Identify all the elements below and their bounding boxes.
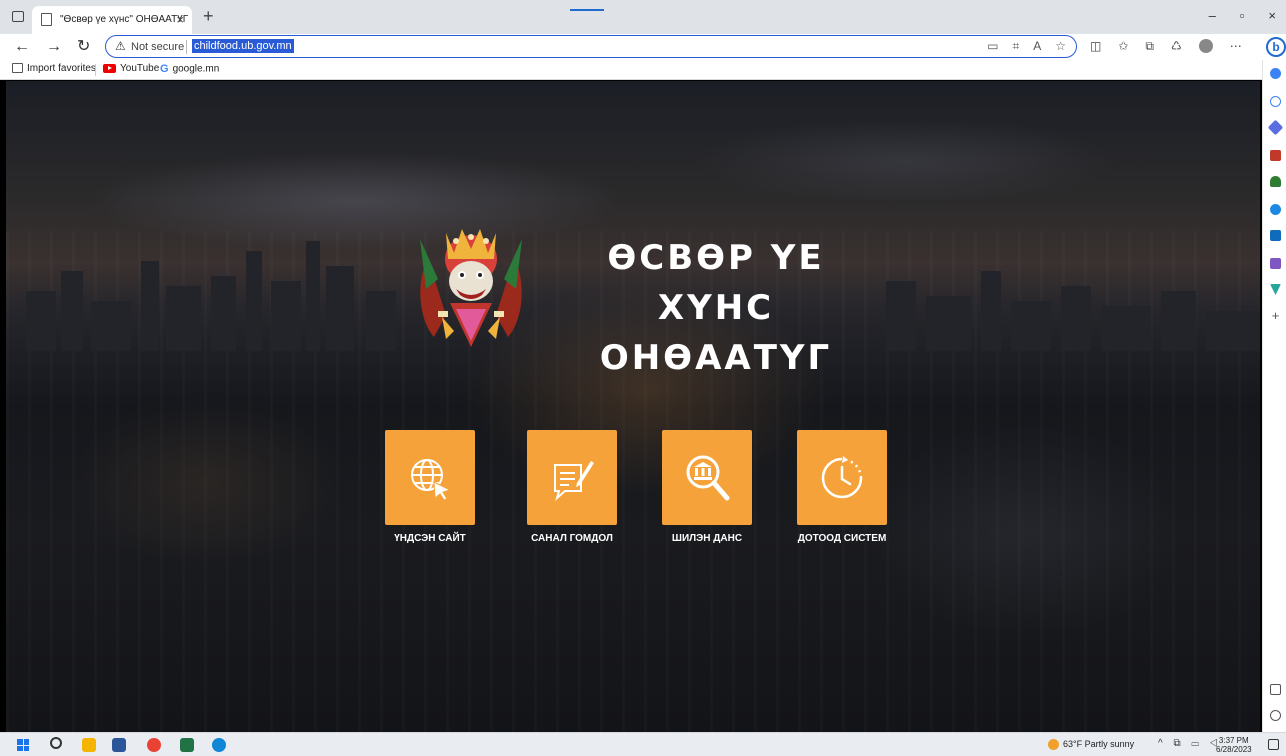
- page-icon: [41, 13, 52, 26]
- window-menu-icon[interactable]: [12, 11, 24, 22]
- settings-gear-icon[interactable]: [1270, 710, 1281, 721]
- windows-start-icon[interactable]: [17, 739, 29, 751]
- designer-icon[interactable]: [1270, 258, 1281, 269]
- tile-internal-system[interactable]: ДОТООД СИСТЕМ: [796, 430, 888, 550]
- weather-widget[interactable]: 63°F Partly sunny: [1048, 739, 1134, 751]
- favorite-youtube[interactable]: YouTube: [103, 63, 159, 74]
- favorites-divider: [95, 64, 96, 76]
- tile-feedback-label[interactable]: САНАЛ ГОМДОЛ: [506, 533, 638, 544]
- microsoft-365-icon[interactable]: [1270, 204, 1281, 215]
- split-screen-icon[interactable]: ◫: [1090, 39, 1101, 54]
- back-icon[interactable]: ←: [14, 37, 30, 57]
- shopping-tag-icon[interactable]: [1267, 119, 1284, 136]
- globe-cursor-icon: [411, 458, 452, 501]
- refresh-icon[interactable]: ↻: [77, 37, 90, 57]
- clock-time: 3:37 PM: [1218, 736, 1249, 745]
- taskbar-search-icon[interactable]: [50, 737, 62, 749]
- sidebar-layout-icon[interactable]: [1270, 684, 1281, 695]
- forward-icon[interactable]: →: [46, 37, 62, 57]
- address-bar-actions: ▭ ⌗ A ☆: [987, 39, 1066, 54]
- feedback-form-icon: [554, 460, 594, 501]
- word-icon[interactable]: [112, 738, 126, 752]
- favorite-google[interactable]: Ggoogle.mn: [160, 63, 219, 75]
- favorite-star-icon[interactable]: ☆: [1055, 39, 1066, 54]
- profile-avatar[interactable]: [1198, 39, 1213, 53]
- tile-main-site[interactable]: ҮНДСЭН САЙТ: [384, 430, 476, 550]
- weather-sun-icon: [1048, 739, 1059, 751]
- window-controls: – ▫ ×: [1209, 8, 1276, 23]
- url-text[interactable]: childfood.ub.gov.mn: [192, 39, 294, 53]
- divider: [186, 40, 187, 54]
- tile-main-site-label[interactable]: ҮНДСЭН САЙТ: [364, 533, 496, 544]
- clock-icon: [821, 455, 863, 498]
- tools-icon[interactable]: [1270, 150, 1281, 161]
- favorites-bar: Import favorites YouTube Ggoogle.mn: [0, 60, 1286, 80]
- edge-icon[interactable]: [212, 738, 226, 752]
- taskbar-clock[interactable]: 3:37 PM 6/28/2023: [1216, 736, 1252, 754]
- bank-search-icon: [686, 455, 730, 500]
- new-tab-button[interactable]: +: [203, 6, 214, 27]
- read-aloud-icon[interactable]: A: [1033, 39, 1041, 54]
- tab-close-icon[interactable]: ×: [176, 12, 184, 27]
- tile-feedback[interactable]: САНАЛ ГОМДОЛ: [526, 430, 618, 550]
- drop-icon[interactable]: [1270, 284, 1281, 295]
- reader-view-icon[interactable]: ▭: [987, 39, 998, 54]
- collections-icon[interactable]: ⧉: [1145, 39, 1154, 54]
- tile-feedback-button[interactable]: [527, 430, 617, 525]
- system-tray-icons[interactable]: ^ ⧉ ▭ ◁: [1158, 738, 1222, 749]
- games-icon[interactable]: [1270, 176, 1281, 187]
- close-button[interactable]: ×: [1268, 8, 1276, 23]
- site-title: ӨСВӨР ҮЕ ХҮНС ОНӨААТҮГ: [546, 233, 886, 383]
- favorite-import[interactable]: Import favorites: [12, 63, 96, 74]
- search-icon[interactable]: [1270, 96, 1281, 107]
- outlook-icon[interactable]: [1270, 230, 1281, 241]
- excel-icon[interactable]: [180, 738, 194, 752]
- google-icon: G: [160, 63, 169, 75]
- page-viewport: ӨСВӨР ҮЕ ХҮНС ОНӨААТҮГ ҮНДСЭН САЙТ САНАЛ…: [6, 81, 1260, 732]
- clock-date: 6/28/2023: [1216, 745, 1252, 754]
- edge-sidebar: +: [1262, 60, 1286, 732]
- warning-icon[interactable]: ⚠: [115, 39, 126, 53]
- youtube-icon: [103, 63, 116, 73]
- extensions-icon[interactable]: ♺: [1171, 39, 1182, 54]
- site-title-line-2: ОНӨААТҮГ: [599, 338, 833, 378]
- toolbar-actions: ◫ ✩ ⧉ ♺ ⋯: [1090, 39, 1242, 54]
- notification-bell-icon[interactable]: [1270, 68, 1281, 79]
- taskbar: 63°F Partly sunny ^ ⧉ ▭ ◁ 3:37 PM 6/28/2…: [0, 732, 1286, 756]
- maximize-button[interactable]: ▫: [1240, 8, 1245, 23]
- tile-internal-system-label[interactable]: ДОТООД СИСТЕМ: [776, 533, 908, 544]
- address-bar[interactable]: ⚠ Not secure childfood.ub.gov.mn ▭ ⌗ A ☆: [105, 35, 1077, 58]
- tab-strip: "Өсвөр үе хүнс" ОНӨААТҮГ × + – ▫ ×: [0, 0, 1286, 34]
- favorites-icon[interactable]: ✩: [1118, 39, 1128, 54]
- browser-toolbar: ← → ↻ ⚠ Not secure childfood.ub.gov.mn ▭…: [0, 34, 1286, 60]
- tile-open-account-button[interactable]: [662, 430, 752, 525]
- chrome-icon[interactable]: [147, 738, 161, 752]
- tab-title: "Өсвөр үе хүнс" ОНӨААТҮГ: [60, 14, 189, 25]
- minimize-button[interactable]: –: [1209, 8, 1216, 23]
- tile-open-account-label[interactable]: ШИЛЭН ДАНС: [641, 533, 773, 544]
- not-secure-label[interactable]: Not secure: [131, 41, 184, 53]
- folder-icon: [12, 63, 23, 74]
- file-explorer-icon[interactable]: [82, 738, 96, 752]
- more-menu-icon[interactable]: ⋯: [1230, 39, 1242, 54]
- tile-open-account[interactable]: ШИЛЭН ДАНС: [661, 430, 753, 550]
- app-available-icon[interactable]: ⌗: [1012, 39, 1019, 54]
- navigation-tiles: ҮНДСЭН САЙТ САНАЛ ГОМДОЛ ШИЛЭН ДАНС ДОТО…: [384, 430, 904, 550]
- tile-internal-system-button[interactable]: [797, 430, 887, 525]
- tile-main-site-button[interactable]: [385, 430, 475, 525]
- bing-chat-icon[interactable]: b: [1266, 37, 1286, 57]
- emblem-logo: [420, 229, 522, 347]
- notification-center-icon[interactable]: [1268, 739, 1279, 750]
- add-icon[interactable]: +: [1270, 309, 1281, 322]
- tab-drop-indicator: [570, 9, 604, 11]
- site-title-line-1: ӨСВӨР ҮЕ ХҮНС: [607, 238, 825, 328]
- active-tab[interactable]: "Өсвөр үе хүнс" ОНӨААТҮГ ×: [32, 6, 192, 34]
